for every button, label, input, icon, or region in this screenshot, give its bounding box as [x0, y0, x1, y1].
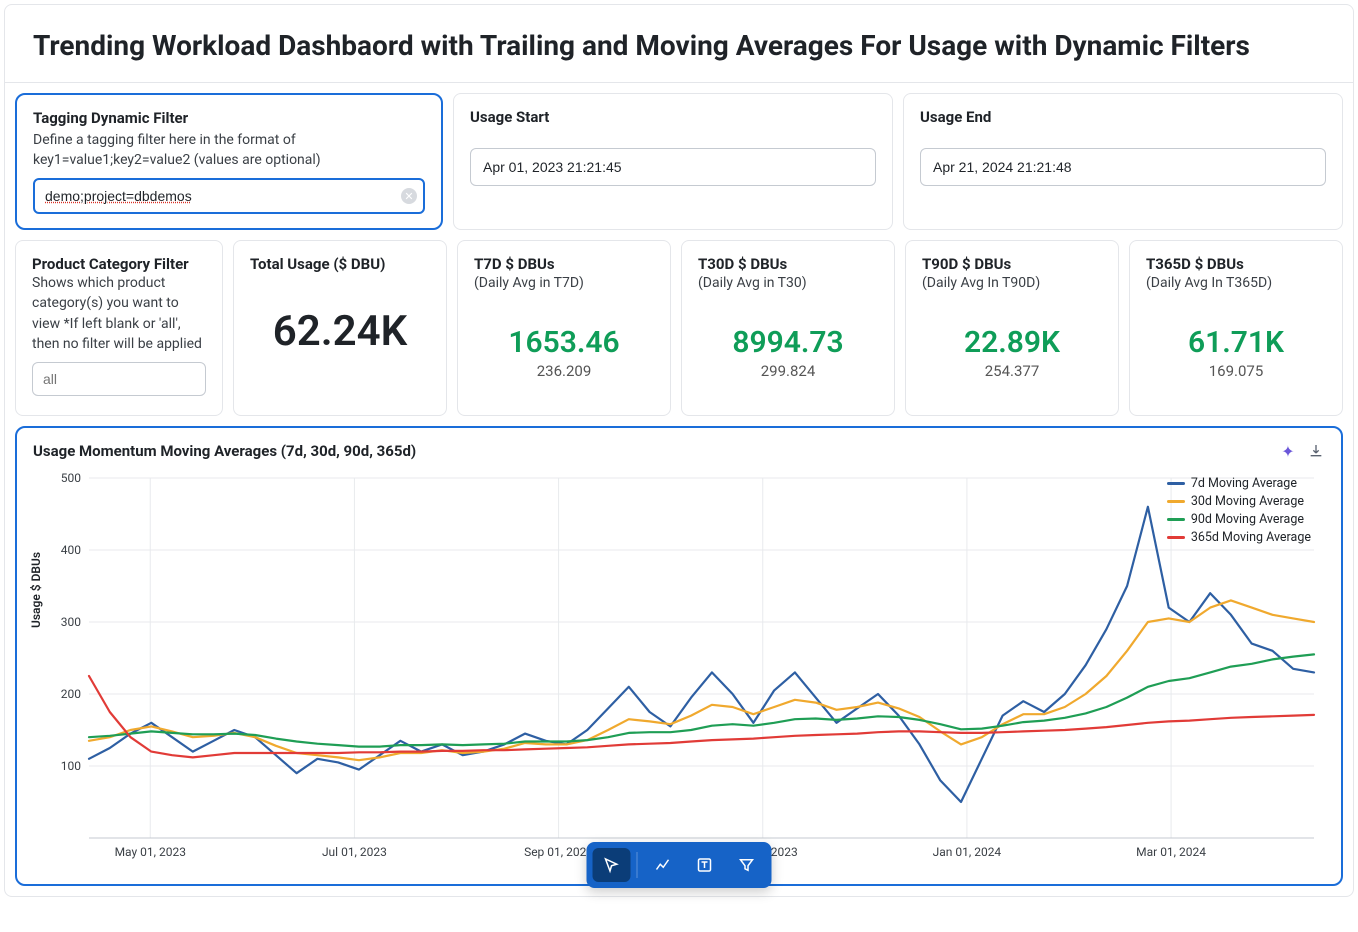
t30d-avg: 299.824 [698, 362, 878, 380]
chart-plot: 100 200 300 400 500 May 01, 2023 Jul 01, 2023 S… [33, 468, 1325, 868]
tagging-filter-input[interactable] [33, 178, 425, 214]
t365d-title: T365D $ DBUs [1146, 255, 1326, 273]
t90d-avg: 254.377 [922, 362, 1102, 380]
t7d-title: T7D $ DBUs [474, 255, 654, 273]
t30d-card: T30D $ DBUs (Daily Avg in T30) 8994.73 2… [681, 240, 895, 416]
legend-label-90d: 90d Moving Average [1191, 512, 1304, 527]
t365d-card: T365D $ DBUs (Daily Avg In T365D) 61.71K… [1129, 240, 1343, 416]
legend-swatch-365d [1167, 536, 1185, 539]
product-category-title: Product Category Filter [32, 255, 206, 273]
usage-start-title: Usage Start [470, 108, 876, 126]
toolbar-chart-button[interactable] [644, 848, 682, 882]
svg-text:300: 300 [61, 615, 81, 629]
toolbar-text-button[interactable] [686, 848, 724, 882]
product-category-input[interactable] [32, 362, 206, 396]
t90d-title: T90D $ DBUs [922, 255, 1102, 273]
t30d-title: T30D $ DBUs [698, 255, 878, 273]
legend-swatch-7d [1167, 482, 1185, 485]
total-usage-title: Total Usage ($ DBU) [250, 255, 430, 273]
t30d-value: 8994.73 [698, 325, 878, 360]
t30d-sub: (Daily Avg in T30) [698, 275, 878, 291]
usage-start-input[interactable] [470, 148, 876, 186]
svg-text:Sep 01, 2023: Sep 01, 2023 [524, 845, 593, 859]
legend-swatch-90d [1167, 518, 1185, 521]
total-usage-value: 62.24K [250, 307, 430, 356]
t365d-sub: (Daily Avg In T365D) [1146, 275, 1326, 291]
svg-text:200: 200 [61, 687, 81, 701]
usage-end-card: Usage End [903, 93, 1343, 230]
t7d-avg: 236.209 [474, 362, 654, 380]
t365d-value: 61.71K [1146, 325, 1326, 360]
tagging-filter-card: Tagging Dynamic Filter Define a tagging … [15, 93, 443, 230]
t365d-avg: 169.075 [1146, 362, 1326, 380]
t90d-sub: (Daily Avg In T90D) [922, 275, 1102, 291]
download-icon[interactable] [1307, 442, 1325, 460]
chart-toolbar [587, 842, 772, 888]
legend-swatch-30d [1167, 500, 1185, 503]
svg-text:400: 400 [61, 543, 81, 557]
svg-text:500: 500 [61, 471, 81, 485]
toolbar-cursor-button[interactable] [593, 848, 631, 882]
legend-label-365d: 365d Moving Average [1191, 530, 1311, 545]
chart-card: Usage Momentum Moving Averages (7d, 30d,… [15, 426, 1343, 886]
t7d-card: T7D $ DBUs (Daily Avg in T7D) 1653.46 23… [457, 240, 671, 416]
t7d-value: 1653.46 [474, 325, 654, 360]
t7d-sub: (Daily Avg in T7D) [474, 275, 654, 291]
tagging-filter-title: Tagging Dynamic Filter [33, 109, 425, 127]
chart-ylabel: Usage $ DBUs [29, 552, 43, 628]
usage-end-title: Usage End [920, 108, 1326, 126]
svg-text:Mar 01, 2024: Mar 01, 2024 [1136, 845, 1206, 859]
page-title: Trending Workload Dashbaord with Trailin… [33, 29, 1325, 62]
svg-text:Jan 01, 2024: Jan 01, 2024 [933, 845, 1002, 859]
product-category-desc: Shows which product category(s) you want… [32, 273, 206, 354]
usage-end-input[interactable] [920, 148, 1326, 186]
total-usage-card: Total Usage ($ DBU) 62.24K [233, 240, 447, 416]
svg-text:100: 100 [61, 759, 81, 773]
product-category-card: Product Category Filter Shows which prod… [15, 240, 223, 416]
legend-label-30d: 30d Moving Average [1191, 494, 1304, 509]
sparkle-icon[interactable]: ✦ [1279, 442, 1297, 460]
toolbar-filter-button[interactable] [728, 848, 766, 882]
chart-title: Usage Momentum Moving Averages (7d, 30d,… [33, 442, 416, 460]
svg-text:May 01, 2023: May 01, 2023 [115, 845, 186, 859]
legend-label-7d: 7d Moving Average [1191, 476, 1297, 491]
toolbar-divider [637, 852, 638, 878]
t90d-card: T90D $ DBUs (Daily Avg In T90D) 22.89K 2… [905, 240, 1119, 416]
chart-legend: 7d Moving Average 30d Moving Average 90d… [1167, 476, 1311, 548]
t90d-value: 22.89K [922, 325, 1102, 360]
usage-start-card: Usage Start [453, 93, 893, 230]
svg-text:Jul 01, 2023: Jul 01, 2023 [322, 845, 387, 859]
tagging-filter-desc: Define a tagging filter here in the form… [33, 131, 425, 170]
